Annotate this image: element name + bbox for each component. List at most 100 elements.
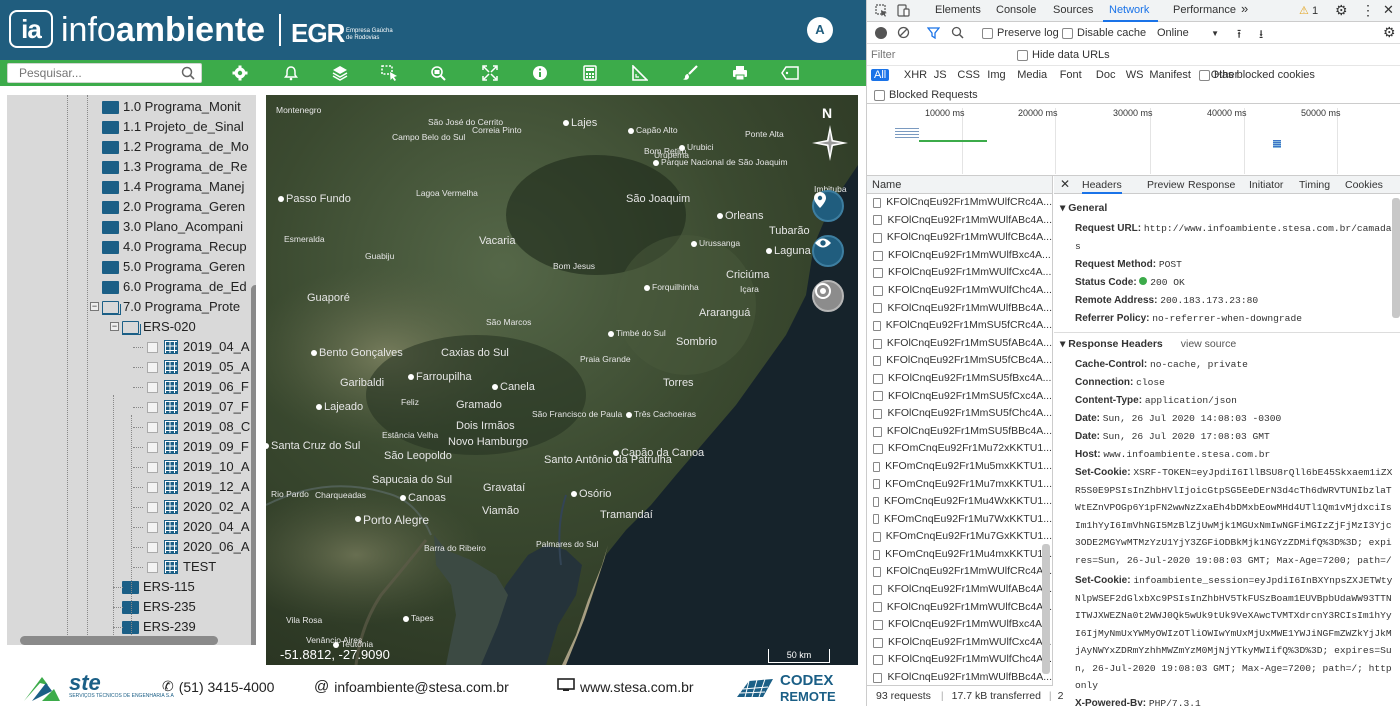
settings-icon[interactable] (230, 63, 250, 83)
request-row[interactable]: KFOlCnqEu92Fr1MmWUlfCxc4A... (867, 264, 1052, 282)
type-filter-all[interactable]: All (871, 69, 890, 81)
tab-performance[interactable]: Performance (1173, 4, 1236, 16)
type-filter-img[interactable]: Img (984, 69, 1008, 81)
inspect-icon[interactable] (875, 4, 888, 20)
preserve-log-toggle[interactable]: Preserve log (982, 27, 1059, 39)
close-devtools-icon[interactable]: ✕ (1383, 2, 1394, 18)
tree-node[interactable]: 2020_06_A (147, 537, 250, 557)
layer-checkbox[interactable] (147, 421, 158, 433)
tree-node[interactable]: ERS-115 (122, 577, 195, 597)
layer-checkbox[interactable] (147, 541, 158, 553)
tree-node[interactable]: TEST (147, 557, 216, 577)
tab-elements[interactable]: Elements (935, 4, 981, 16)
close-detail-icon[interactable]: ✕ (1060, 177, 1070, 191)
network-settings-icon[interactable]: ⚙ (1383, 24, 1396, 41)
request-row[interactable]: KFOmCnqEu92Fr1Mu4mxKKTU1... (867, 546, 1052, 564)
request-row[interactable]: KFOlCnqEu92Fr1MmWUlfBxc4A... (867, 616, 1052, 634)
tree-node[interactable]: ERS-235 (122, 597, 196, 617)
location-pin-button[interactable] (812, 190, 844, 222)
tab-network[interactable]: Network (1109, 4, 1149, 16)
layer-checkbox[interactable] (147, 481, 158, 493)
collapse-toggle[interactable]: − (90, 302, 99, 311)
tree-node[interactable]: 1.4 Programa_Manej (102, 177, 244, 197)
target-button[interactable] (812, 280, 844, 312)
tab-preview[interactable]: Preview (1147, 179, 1184, 191)
tree-node[interactable]: 1.2 Programa_de_Mo (102, 137, 249, 157)
select-icon[interactable] (380, 63, 400, 83)
layer-checkbox[interactable] (147, 501, 158, 513)
request-row[interactable]: KFOlCnqEu92Fr1MmWUlfChc4A... (867, 282, 1052, 300)
type-filter-js[interactable]: JS (931, 69, 950, 81)
request-row[interactable]: KFOlCnqEu92Fr1MmSU5fCRc4A... (867, 317, 1052, 335)
footer-site[interactable]: www.stesa.com.br (557, 678, 694, 695)
tree-node[interactable]: 1.1 Projeto_de_Sinal (102, 117, 244, 137)
tab-console[interactable]: Console (996, 4, 1036, 16)
import-har-icon[interactable]: ⭱ (1237, 25, 1241, 46)
name-column-header[interactable]: Name (867, 176, 1052, 194)
request-row[interactable]: KFOmCnqEu92Fr1Mu7GxKKTU1... (867, 528, 1052, 546)
tab-timing[interactable]: Timing (1299, 179, 1330, 191)
request-row[interactable]: KFOlCnqEu92Fr1MmWUlfCRc4A... (867, 194, 1052, 212)
search-input[interactable] (8, 64, 168, 82)
tree-node[interactable]: 5.0 Programa_Geren (102, 257, 245, 277)
request-row[interactable]: KFOmCnqEu92Fr1Mu4WxKKTU1... (867, 493, 1052, 511)
tab-cookies[interactable]: Cookies (1345, 179, 1383, 191)
type-filter-css[interactable]: CSS (954, 69, 983, 81)
type-filter-manifest[interactable]: Manifest (1146, 69, 1194, 81)
tree-node[interactable]: 6.0 Programa_de_Ed (102, 277, 247, 297)
general-section-header[interactable]: ▾ General (1060, 202, 1107, 214)
tree-node[interactable]: 2019_07_F (147, 397, 249, 417)
tree-node[interactable]: 2020_04_A (147, 517, 250, 537)
tree-node[interactable]: 2019_04_A (147, 337, 250, 357)
tree-node[interactable]: 1.0 Programa_Monit (102, 97, 241, 117)
kebab-menu-icon[interactable]: ⋮ (1361, 2, 1375, 19)
tree-node[interactable]: 2019_06_F (147, 377, 249, 397)
tab-headers[interactable]: Headers (1082, 179, 1122, 194)
layer-checkbox[interactable] (147, 401, 158, 413)
search-map-icon[interactable] (429, 63, 449, 83)
disable-cache-checkbox[interactable] (1062, 27, 1073, 39)
record-icon[interactable] (875, 27, 887, 39)
tree-node[interactable]: 3.0 Plano_Acompani (102, 217, 243, 237)
fullscreen-icon[interactable] (480, 63, 500, 83)
layer-checkbox[interactable] (147, 441, 158, 453)
request-row[interactable]: KFOlCnqEu92Fr1MmSU5fABc4A... (867, 335, 1052, 353)
has-blocked-cookies-toggle[interactable]: Has blocked cookies (1199, 69, 1315, 81)
request-row[interactable]: KFOmCnqEu92Fr1Mu5mxKKTU1... (867, 458, 1052, 476)
hide-data-urls-checkbox[interactable] (1017, 49, 1028, 61)
info-icon[interactable] (530, 63, 550, 83)
layer-checkbox[interactable] (147, 341, 158, 353)
paint-icon[interactable] (680, 63, 700, 83)
request-row[interactable]: KFOlCnqEu92Fr1MmWUlfBBc4A... (867, 300, 1052, 318)
calculator-icon[interactable] (580, 63, 600, 83)
type-filter-font[interactable]: Font (1057, 69, 1085, 81)
request-row[interactable]: KFOlCnqEu92Fr1MmSU5fBxc4A... (867, 370, 1052, 388)
request-row[interactable]: KFOlCnqEu92Fr1MmSU5fCxc4A... (867, 388, 1052, 406)
tree-node[interactable]: 7.0 Programa_Prote (102, 297, 240, 317)
tree-horizontal-scrollbar[interactable] (20, 636, 218, 645)
eye-button[interactable] (812, 235, 844, 267)
tag-icon[interactable] (780, 63, 800, 83)
layer-checkbox[interactable] (147, 561, 158, 573)
preserve-log-checkbox[interactable] (982, 27, 993, 39)
has-blocked-cookies-checkbox[interactable] (1199, 69, 1210, 81)
request-row[interactable]: KFOlCnqEu92Fr1MmSU5fBBc4A... (867, 423, 1052, 441)
export-har-icon[interactable]: ⭳ (1259, 25, 1263, 46)
request-row[interactable]: KFOmCnqEu92Fr1Mu7WxKKTU1... (867, 511, 1052, 529)
map-view[interactable]: Lajes São José do Cerrito Correia Pinto Cap… (266, 95, 858, 665)
tree-node[interactable]: ERS-020 (122, 317, 196, 337)
hide-data-urls-toggle[interactable]: Hide data URLs (1017, 49, 1110, 61)
throttle-select[interactable]: Online ▼ (1157, 27, 1219, 39)
user-avatar[interactable]: A (807, 17, 833, 43)
search-network-icon[interactable] (951, 26, 964, 42)
request-row[interactable]: KFOmCnqEu92Fr1Mu7mxKKTU1... (867, 476, 1052, 494)
tree-vertical-scrollbar[interactable] (251, 285, 256, 645)
tab-sources[interactable]: Sources (1053, 4, 1093, 16)
request-row[interactable]: KFOlCnqEu92Fr1MmWUlfBBc4A... (867, 669, 1052, 687)
more-tabs-button[interactable]: » (1241, 1, 1248, 16)
request-row[interactable]: KFOlCnqEu92Fr1MmWUlfChc4A... (867, 651, 1052, 669)
layer-checkbox[interactable] (147, 521, 158, 533)
layer-checkbox[interactable] (147, 361, 158, 373)
tree-node[interactable]: 2.0 Programa_Geren (102, 197, 245, 217)
collapse-toggle[interactable]: − (110, 322, 119, 331)
